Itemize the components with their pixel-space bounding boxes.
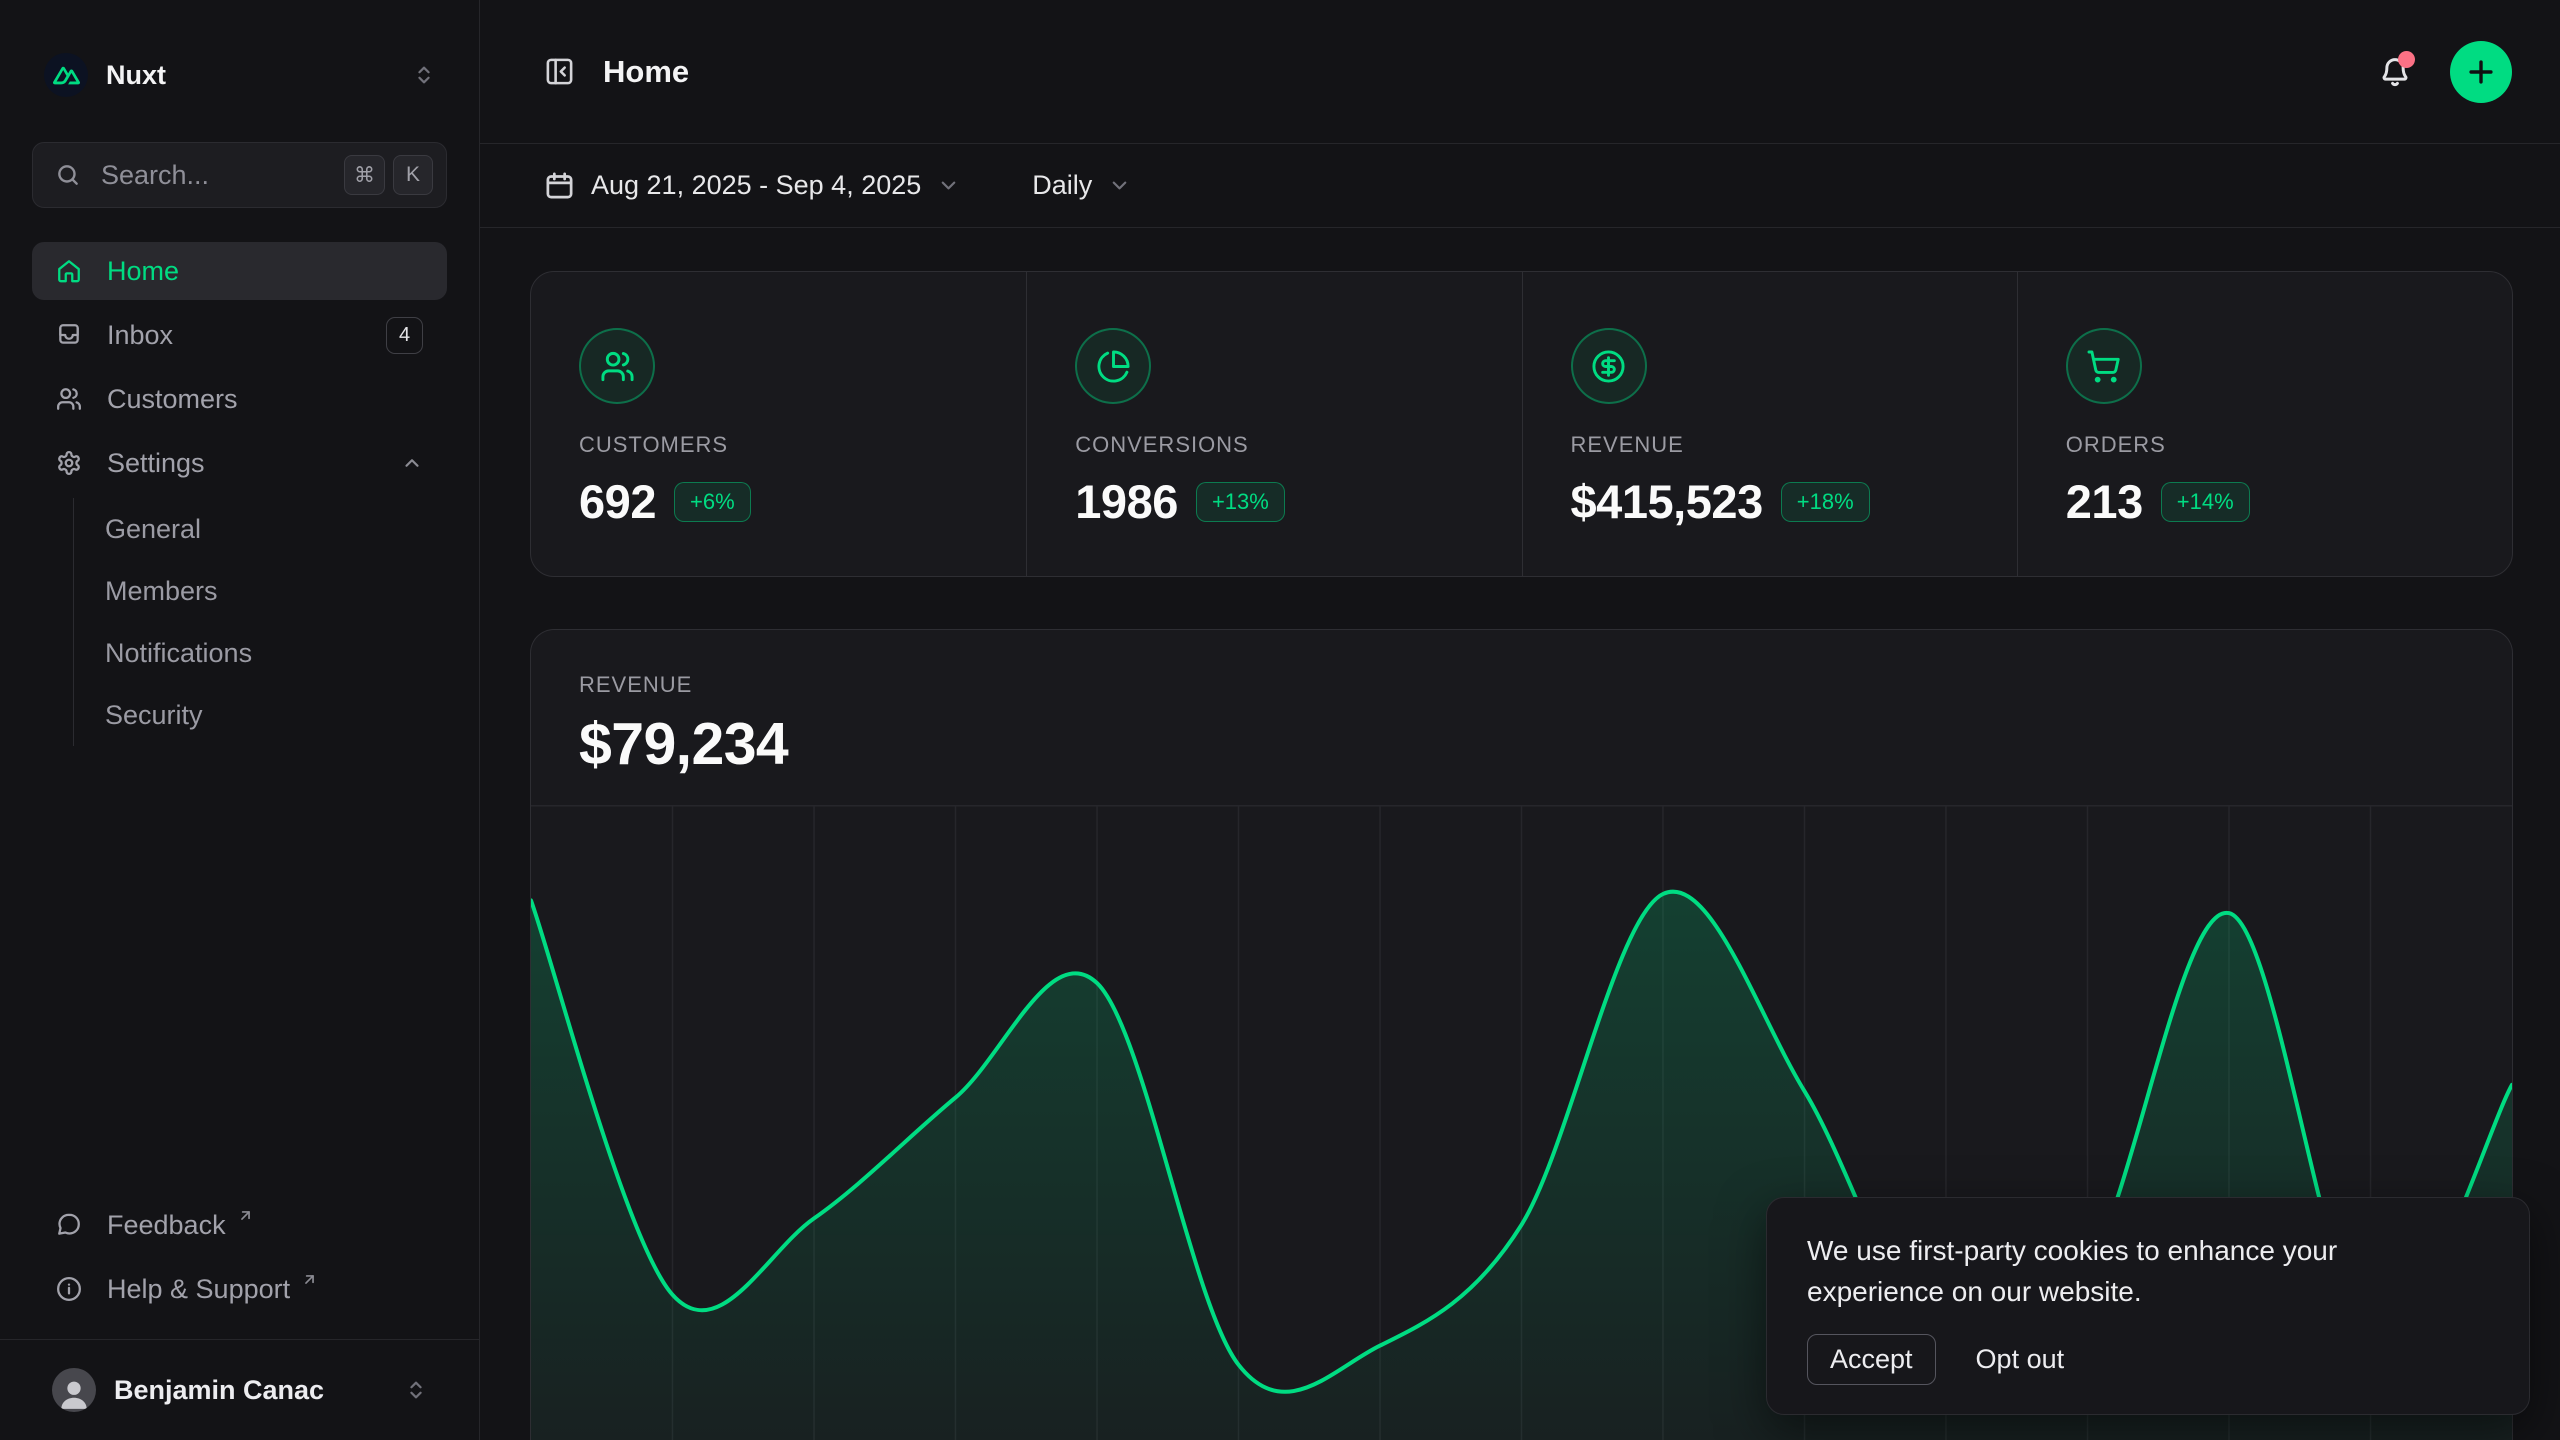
pie-chart-icon [1075, 328, 1151, 404]
stat-card-orders: ORDERS 213 +14% [2017, 272, 2512, 576]
add-button[interactable] [2450, 41, 2512, 103]
sidebar-item-general[interactable]: General [105, 498, 447, 560]
home-icon [56, 258, 82, 284]
message-bubble-icon [56, 1212, 82, 1238]
kbd-k: K [393, 155, 433, 195]
date-range-value: Aug 21, 2025 - Sep 4, 2025 [591, 170, 921, 201]
stat-value: 692 [579, 474, 656, 529]
revenue-chart-value: $79,234 [579, 710, 2464, 778]
stat-label: REVENUE [1571, 432, 1969, 458]
feedback-link[interactable]: Feedback [32, 1197, 447, 1253]
shopping-cart-icon [2066, 328, 2142, 404]
sidebar-item-home[interactable]: Home [32, 242, 447, 300]
footer-link-label: Feedback [107, 1210, 226, 1241]
chevrons-up-down-icon [413, 64, 435, 86]
sidebar-collapse-button[interactable] [544, 56, 575, 87]
cookie-message: We use first-party cookies to enhance yo… [1807, 1230, 2427, 1312]
external-link-icon [237, 1207, 254, 1224]
search-placeholder: Search... [101, 160, 209, 191]
page-title: Home [603, 54, 689, 90]
calendar-icon [544, 170, 575, 201]
sidebar-item-inbox[interactable]: Inbox 4 [32, 306, 447, 364]
cookie-actions: Accept Opt out [1807, 1334, 2489, 1385]
workspace-name: Nuxt [106, 60, 166, 91]
inbox-icon [56, 322, 82, 348]
sidebar-spacer [0, 746, 479, 1197]
sidebar-item-members[interactable]: Members [105, 560, 447, 622]
date-range-picker[interactable]: Aug 21, 2025 - Sep 4, 2025 [544, 170, 960, 201]
opt-out-button[interactable]: Opt out [1976, 1344, 2065, 1375]
stat-card-customers: CUSTOMERS 692 +6% [531, 272, 1026, 576]
notification-dot [2398, 51, 2415, 68]
cookie-banner: We use first-party cookies to enhance yo… [1766, 1197, 2530, 1415]
avatar [52, 1368, 96, 1412]
info-circle-icon [56, 1276, 82, 1302]
filters-toolbar: Aug 21, 2025 - Sep 4, 2025 Daily [480, 144, 2560, 228]
sidebar-item-label: Home [107, 256, 179, 287]
stat-label: CUSTOMERS [579, 432, 978, 458]
sidebar-item-customers[interactable]: Customers [32, 370, 447, 428]
stat-label: ORDERS [2066, 432, 2464, 458]
stat-value: $415,523 [1571, 474, 1763, 529]
stat-delta-badge: +14% [2161, 482, 2250, 522]
search-input[interactable]: Search... ⌘ K [32, 142, 447, 208]
subnav-label: Members [105, 576, 218, 607]
stat-delta-badge: +13% [1196, 482, 1285, 522]
dollar-circle-icon [1571, 328, 1647, 404]
kbd-cmd: ⌘ [344, 155, 385, 195]
period-value: Daily [1032, 170, 1092, 201]
chevron-up-icon [401, 452, 423, 474]
subnav-label: Notifications [105, 638, 252, 669]
external-link-icon [301, 1271, 318, 1288]
notifications-button[interactable] [2378, 55, 2412, 89]
header-actions [2378, 41, 2512, 103]
stat-value: 213 [2066, 474, 2143, 529]
search-icon [55, 162, 81, 188]
accept-button[interactable]: Accept [1807, 1334, 1936, 1385]
stat-delta-badge: +18% [1781, 482, 1870, 522]
users-icon [56, 386, 82, 412]
search-shortcut: ⌘ K [344, 155, 433, 195]
stat-card-conversions: CONVERSIONS 1986 +13% [1026, 272, 1521, 576]
stat-card-revenue: REVENUE $415,523 +18% [1522, 272, 2017, 576]
sidebar: Nuxt Search... ⌘ K Home Inbox 4 [0, 0, 480, 1440]
gear-icon [56, 450, 82, 476]
inbox-count-badge: 4 [386, 317, 423, 354]
chevrons-up-down-icon [405, 1379, 427, 1401]
subnav-label: Security [105, 700, 203, 731]
sidebar-item-notifications[interactable]: Notifications [105, 622, 447, 684]
sidebar-item-label: Settings [107, 448, 205, 479]
sidebar-item-security[interactable]: Security [105, 684, 447, 746]
user-name: Benjamin Canac [114, 1375, 324, 1406]
stat-delta-badge: +6% [674, 482, 751, 522]
help-support-link[interactable]: Help & Support [32, 1261, 447, 1317]
workspace-switcher[interactable]: Nuxt [24, 40, 455, 110]
nuxt-logo-icon [44, 53, 88, 97]
revenue-chart-label: REVENUE [579, 672, 2464, 698]
user-bar: Benjamin Canac [0, 1339, 479, 1440]
revenue-chart-header: REVENUE $79,234 [531, 630, 2512, 778]
stat-value: 1986 [1075, 474, 1178, 529]
chevron-down-icon [1108, 174, 1131, 197]
sidebar-item-label: Inbox [107, 320, 173, 351]
settings-subnav: General Members Notifications Security [73, 498, 447, 746]
users-icon [579, 328, 655, 404]
period-select[interactable]: Daily [1032, 170, 1131, 201]
sidebar-item-settings[interactable]: Settings [32, 434, 447, 492]
stats-row: CUSTOMERS 692 +6% CONVERSIONS 1986 +13% [530, 271, 2513, 577]
subnav-label: General [105, 514, 201, 545]
footer-link-label: Help & Support [107, 1274, 290, 1305]
sidebar-item-label: Customers [107, 384, 238, 415]
stat-label: CONVERSIONS [1075, 432, 1473, 458]
sidebar-footer: Feedback Help & Support [32, 1197, 447, 1317]
sidebar-nav: Home Inbox 4 Customers Settings Genera [32, 242, 447, 746]
chevron-down-icon [937, 174, 960, 197]
user-menu[interactable]: Benjamin Canac [32, 1364, 447, 1416]
page-header: Home [480, 0, 2560, 144]
